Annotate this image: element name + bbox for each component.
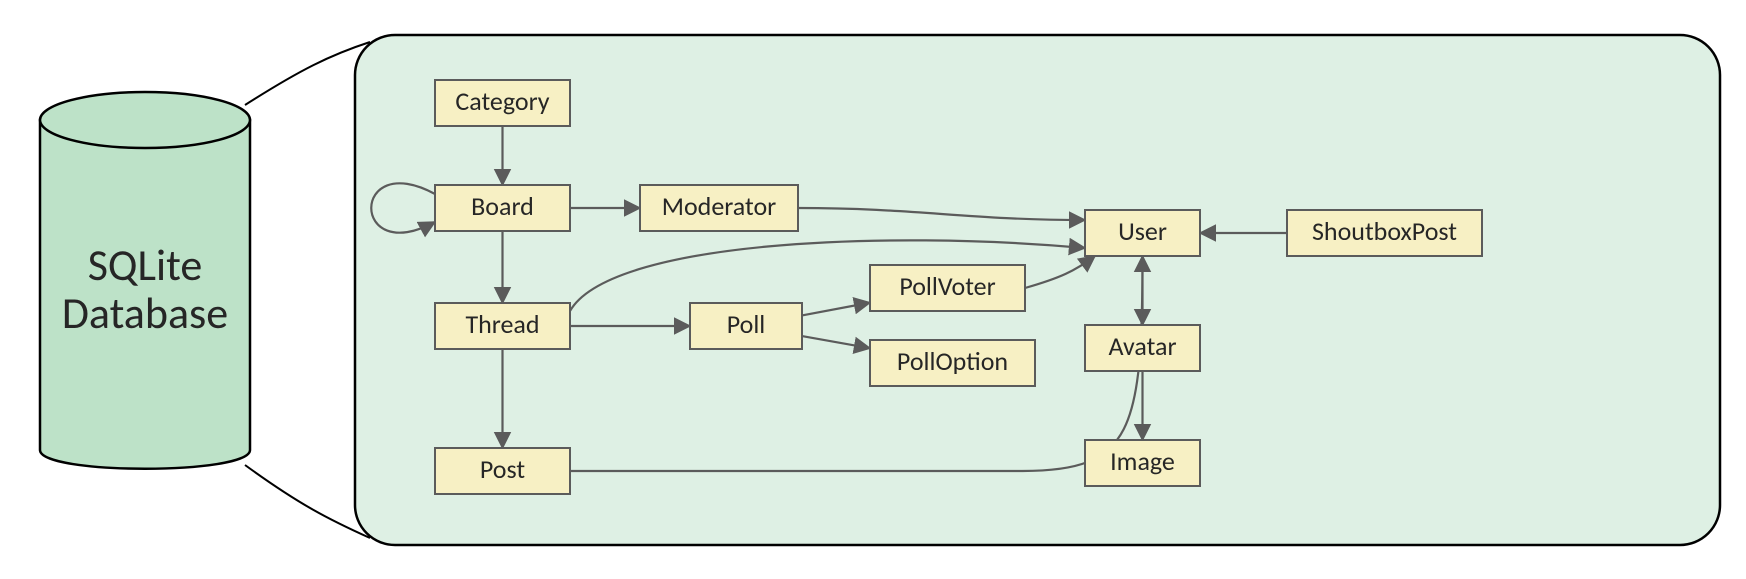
node-shoutboxpost: ShoutboxPost <box>1287 210 1482 256</box>
database-label-line2: Database <box>62 286 228 340</box>
database-cylinder: SQLite Database <box>40 92 250 469</box>
database-label-line1: SQLite <box>88 238 203 292</box>
node-board-label: Board <box>471 190 534 222</box>
node-post: Post <box>435 448 570 494</box>
node-thread-label: Thread <box>465 308 539 340</box>
node-polloption: PollOption <box>870 340 1035 386</box>
node-image: Image <box>1085 440 1200 486</box>
node-user-label: User <box>1118 215 1167 247</box>
connector-bottom <box>245 465 370 538</box>
node-category: Category <box>435 80 570 126</box>
node-moderator-label: Moderator <box>662 190 777 222</box>
node-pollvoter-label: PollVoter <box>899 270 995 302</box>
node-thread: Thread <box>435 303 570 349</box>
node-avatar: Avatar <box>1085 325 1200 371</box>
node-image-label: Image <box>1110 445 1175 477</box>
node-shoutboxpost-label: ShoutboxPost <box>1312 215 1457 247</box>
node-post-label: Post <box>480 453 525 485</box>
node-user: User <box>1085 210 1200 256</box>
connector-top <box>245 42 370 105</box>
node-avatar-label: Avatar <box>1108 330 1176 362</box>
node-moderator: Moderator <box>640 185 798 231</box>
node-poll: Poll <box>690 303 802 349</box>
node-category-label: Category <box>455 85 549 117</box>
diagram-canvas: SQLite Database Category Board Thread Post M… <box>0 0 1746 579</box>
node-pollvoter: PollVoter <box>870 265 1025 311</box>
node-poll-label: Poll <box>727 308 766 340</box>
node-polloption-label: PollOption <box>897 345 1008 377</box>
node-board: Board <box>435 185 570 231</box>
